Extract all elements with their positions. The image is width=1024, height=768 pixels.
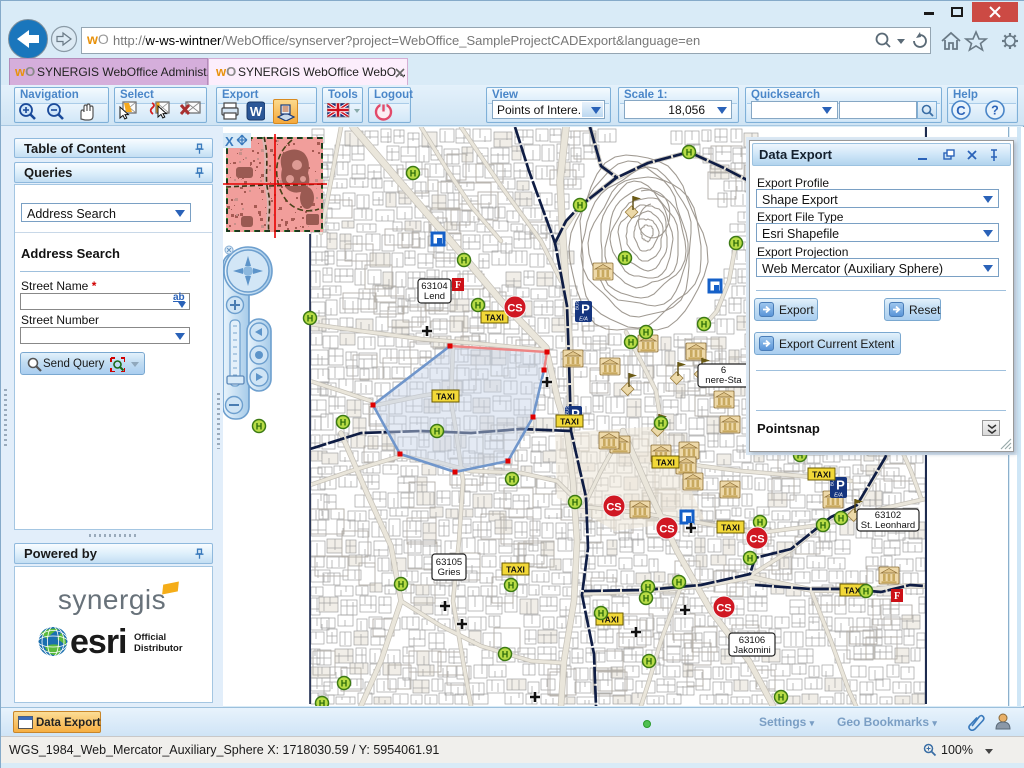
- svg-text:Gries: Gries: [438, 567, 461, 578]
- svg-text:nere-Sta: nere-Sta: [705, 375, 742, 386]
- svg-text:C: C: [956, 103, 966, 118]
- svg-text:Lend: Lend: [424, 291, 445, 302]
- svg-text:X: X: [225, 134, 234, 149]
- svg-text:St. Leonhard: St. Leonhard: [861, 520, 915, 531]
- svg-text:W: W: [250, 104, 263, 119]
- svg-text:?: ?: [991, 104, 999, 118]
- svg-text:Jakomini: Jakomini: [733, 645, 771, 656]
